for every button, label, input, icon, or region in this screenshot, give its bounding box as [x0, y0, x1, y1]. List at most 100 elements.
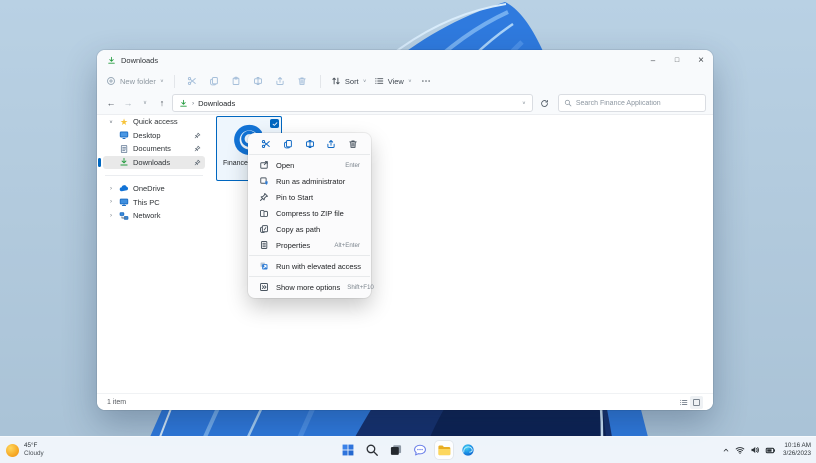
see-more-button[interactable]	[419, 74, 434, 89]
maximize-button[interactable]: □	[665, 50, 689, 70]
menu-item-copy-as-path[interactable]: Copy as path	[251, 221, 368, 237]
properties-icon	[259, 240, 269, 250]
rename-button[interactable]	[251, 74, 266, 89]
menu-item-properties[interactable]: Properties Alt+Enter	[251, 237, 368, 253]
rename-button[interactable]	[304, 138, 316, 150]
search-button[interactable]	[363, 441, 381, 459]
menu-item-label: Copy as path	[276, 225, 320, 234]
refresh-icon	[540, 99, 549, 108]
battery-icon[interactable]	[765, 445, 776, 456]
sidebar-item-label: Downloads	[133, 158, 190, 167]
search-input[interactable]	[576, 100, 700, 107]
sidebar-item-documents[interactable]: Documents	[103, 142, 205, 156]
chat-button[interactable]	[411, 441, 429, 459]
chevron-down-icon: ∨	[363, 79, 367, 84]
delete-button[interactable]	[347, 138, 359, 150]
up-button[interactable]: ↑	[155, 96, 169, 111]
menu-item-label: Compress to ZIP file	[276, 209, 344, 218]
minimize-icon: –	[651, 56, 655, 65]
menu-item-label: Show more options	[276, 283, 340, 292]
address-input[interactable]: › Downloads ∨	[172, 94, 533, 112]
close-button[interactable]: ×	[689, 50, 713, 70]
view-button[interactable]: View ∨	[374, 76, 412, 86]
minimize-button[interactable]: –	[641, 50, 665, 70]
back-button[interactable]: ←	[104, 96, 118, 111]
address-bar: ← → ∨ ↑ › Downloads ∨	[97, 92, 713, 115]
search-icon	[365, 443, 379, 457]
pin-to-start-icon	[259, 192, 269, 202]
sidebar-item-onedrive[interactable]: › OneDrive	[103, 182, 205, 196]
address-dropdown-icon[interactable]: ∨	[522, 101, 526, 106]
chevron-down-icon: ∨	[408, 79, 412, 84]
item-count: 1 item	[107, 399, 126, 406]
delete-button[interactable]	[295, 74, 310, 89]
menu-item-pin-to-start[interactable]: Pin to Start	[251, 189, 368, 205]
rename-icon	[305, 139, 315, 149]
large-icons-view-icon	[692, 398, 701, 407]
weather-widget[interactable]: 45°F Cloudy	[6, 442, 44, 457]
context-menu-quick-actions	[248, 136, 371, 152]
share-button[interactable]	[325, 138, 337, 150]
menu-item-shortcut: Shift+F10	[347, 284, 374, 291]
paste-button[interactable]	[229, 74, 244, 89]
windows-start-icon	[341, 443, 355, 457]
sidebar-item-network[interactable]: › Network	[103, 209, 205, 223]
context-menu: Open Enter Run as administrator Pin to S…	[248, 133, 371, 298]
wifi-icon[interactable]	[735, 445, 745, 455]
document-icon	[119, 144, 129, 154]
search-icon	[564, 99, 572, 107]
speaker-icon[interactable]	[750, 445, 760, 455]
edge-button[interactable]	[459, 441, 477, 459]
menu-item-label: Pin to Start	[276, 193, 313, 202]
new-folder-label: New folder	[120, 77, 156, 86]
weather-condition: Cloudy	[24, 450, 44, 458]
refresh-button[interactable]	[538, 96, 552, 111]
sidebar-item-downloads[interactable]: Downloads	[103, 156, 205, 170]
window-title: Downloads	[121, 56, 158, 65]
downloads-icon	[179, 99, 188, 108]
close-icon: ×	[698, 55, 704, 66]
expand-chevron-icon[interactable]: ›	[107, 186, 115, 192]
share-icon	[326, 139, 336, 149]
cut-button[interactable]	[185, 74, 200, 89]
chat-icon	[413, 443, 427, 457]
recent-locations-button[interactable]: ∨	[138, 96, 152, 111]
task-view-icon	[389, 443, 403, 457]
copy-button[interactable]	[282, 138, 294, 150]
sidebar-item-label: Quick access	[133, 117, 201, 126]
sort-button[interactable]: Sort ∨	[331, 76, 367, 86]
sort-label: Sort	[345, 77, 359, 86]
sidebar-item-desktop[interactable]: Desktop	[103, 129, 205, 143]
up-icon: ↑	[160, 98, 165, 108]
menu-item-run-as-administrator[interactable]: Run as administrator	[251, 173, 368, 189]
selection-checkbox[interactable]	[270, 119, 279, 128]
large-icons-view-button[interactable]	[690, 396, 703, 409]
file-explorer-button[interactable]	[435, 441, 453, 459]
start-button[interactable]	[339, 441, 357, 459]
menu-item-run-with-elevated-access[interactable]: Run with elevated access	[251, 258, 368, 274]
sidebar-item-quick-access[interactable]: ∨ ★ Quick access	[103, 115, 205, 129]
compress-zip-icon	[259, 208, 269, 218]
collapse-chevron-icon[interactable]: ∨	[107, 119, 115, 124]
sidebar-item-this-pc[interactable]: › This PC	[103, 196, 205, 210]
sidebar-separator	[105, 175, 203, 176]
expand-chevron-icon[interactable]: ›	[107, 199, 115, 205]
forward-button[interactable]: →	[121, 96, 135, 111]
menu-item-open[interactable]: Open Enter	[251, 157, 368, 173]
menu-item-shortcut: Enter	[345, 162, 360, 169]
pin-icon	[194, 145, 201, 152]
clock-widget[interactable]: 10:16 AM 3/26/2023	[783, 442, 811, 457]
sidebar-item-label: Network	[133, 211, 201, 220]
task-view-button[interactable]	[387, 441, 405, 459]
cut-button[interactable]	[260, 138, 272, 150]
menu-item-label: Run with elevated access	[276, 262, 361, 271]
show-hidden-icons-button[interactable]	[722, 446, 730, 454]
new-folder-button[interactable]: New folder ∨	[106, 76, 164, 86]
expand-chevron-icon[interactable]: ›	[107, 213, 115, 219]
copy-button[interactable]	[207, 74, 222, 89]
menu-item-compress-to-zip[interactable]: Compress to ZIP file	[251, 205, 368, 221]
forward-icon: →	[123, 98, 132, 108]
menu-item-show-more-options[interactable]: Show more options Shift+F10	[251, 279, 368, 295]
details-view-button[interactable]	[677, 396, 690, 409]
share-button[interactable]	[273, 74, 288, 89]
